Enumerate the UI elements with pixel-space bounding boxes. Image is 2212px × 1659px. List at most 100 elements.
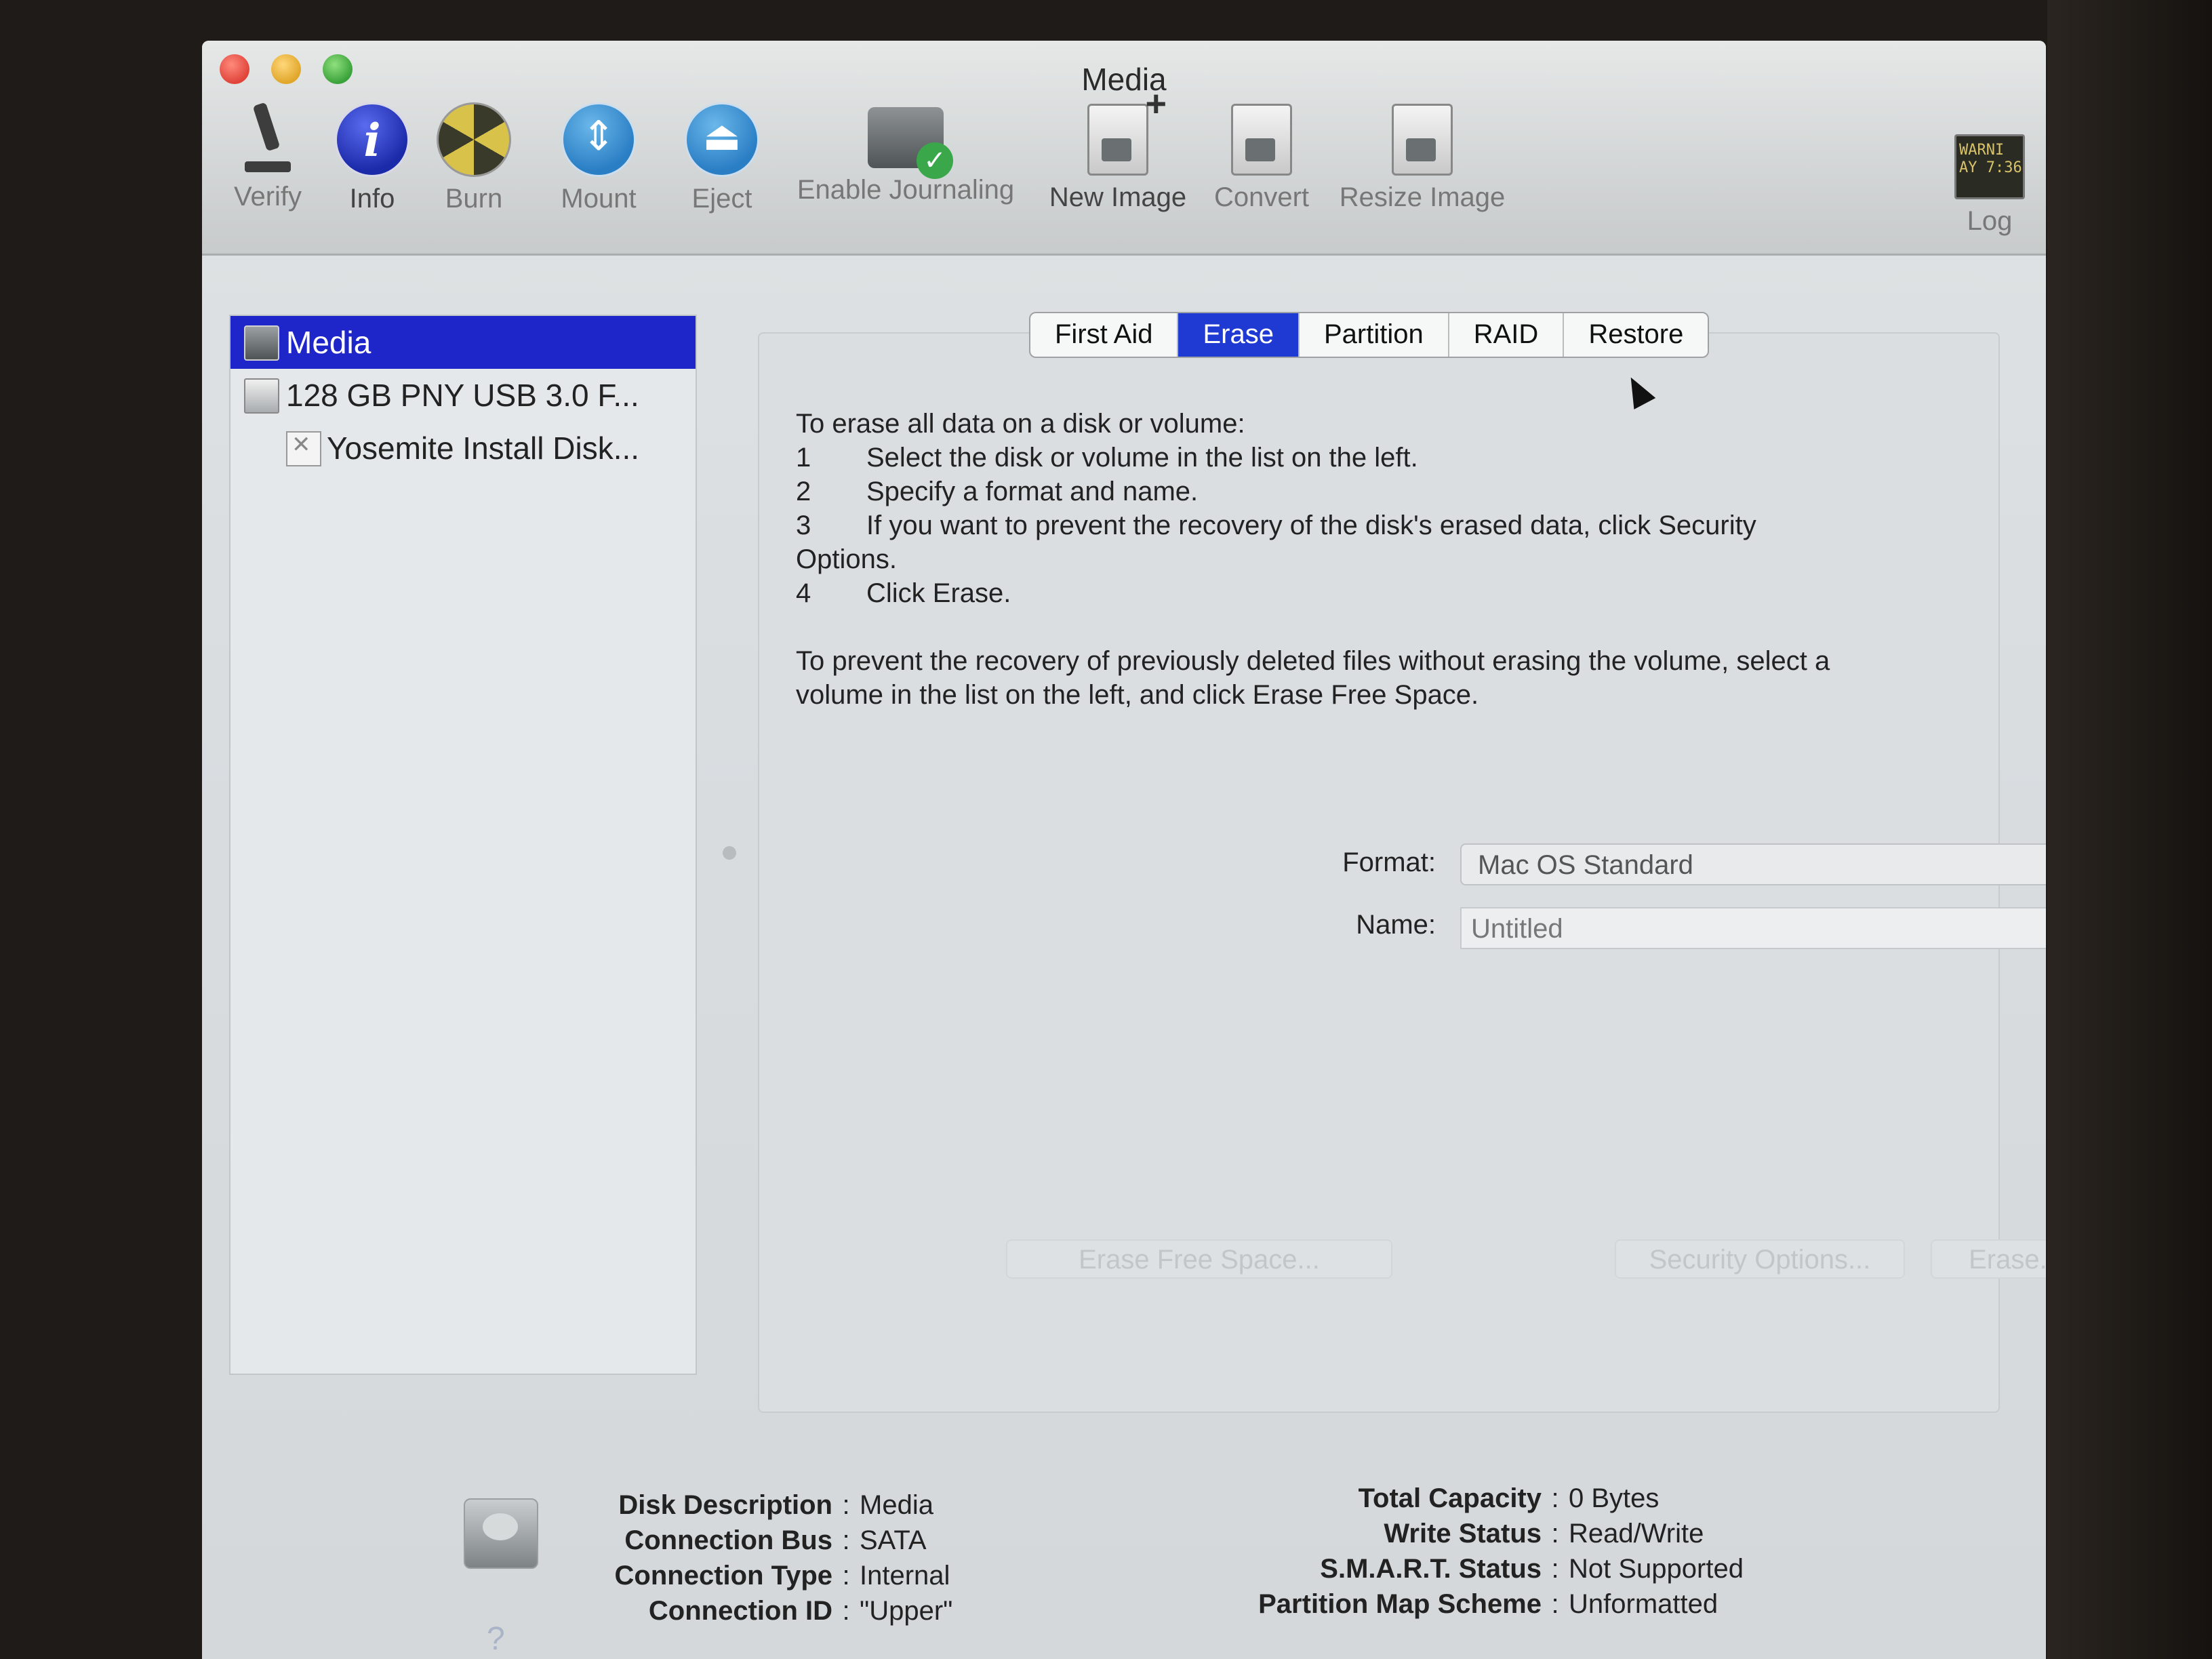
- mount-button[interactable]: ⇕ Mount: [541, 100, 656, 214]
- info-key: Partition Map Scheme: [1258, 1589, 1542, 1619]
- info-key: Total Capacity: [1358, 1483, 1542, 1513]
- mount-label: Mount: [561, 184, 637, 214]
- erase-button[interactable]: Erase...: [1931, 1239, 2046, 1279]
- format-label: Format:: [1342, 847, 1436, 877]
- info-separator: :: [1551, 1554, 1559, 1584]
- resize-image-icon: [1392, 104, 1453, 176]
- sidebar-item-label: Media: [286, 325, 371, 360]
- instruction-step: 4 Click Erase.: [796, 576, 1908, 610]
- info-value: 0 Bytes: [1569, 1483, 1660, 1513]
- step-text: Click Erase.: [866, 578, 1011, 608]
- info-row-partition-map-scheme: Partition Map Scheme : Unformatted: [1205, 1586, 1744, 1622]
- info-row-connection-bus: Connection Bus : SATA: [568, 1523, 952, 1558]
- step-number: 2: [796, 477, 811, 506]
- step-number: 4: [796, 578, 811, 608]
- info-separator: :: [1551, 1519, 1559, 1548]
- eject-label: Eject: [691, 184, 752, 214]
- name-label: Name:: [1356, 910, 1436, 940]
- tab-erase[interactable]: Erase: [1178, 313, 1300, 357]
- tab-partition[interactable]: Partition: [1300, 313, 1449, 357]
- info-button[interactable]: i Info: [328, 100, 416, 214]
- instruction-step: 1 Select the disk or volume in the list …: [796, 441, 1908, 475]
- disk-utility-window: Media Verify i Info Burn ⇕ Mount ⏏ Eject…: [202, 41, 2046, 1659]
- info-separator: :: [842, 1596, 850, 1626]
- resize-image-label: Resize Image: [1339, 182, 1506, 212]
- help-icon[interactable]: ?: [487, 1620, 505, 1658]
- info-separator: :: [1551, 1483, 1559, 1513]
- sidebar-item-yosemite-volume[interactable]: Yosemite Install Disk...: [230, 422, 696, 475]
- burn-button[interactable]: Burn: [430, 100, 518, 214]
- mount-icon: ⇕: [561, 102, 636, 177]
- new-image-label: New Image: [1049, 182, 1187, 212]
- info-value: SATA: [860, 1525, 927, 1555]
- erase-instructions: To erase all data on a disk or volume: 1…: [796, 407, 1908, 712]
- photo-background: [2047, 0, 2212, 1659]
- info-separator: :: [1551, 1589, 1559, 1619]
- info-row-disk-description: Disk Description : Media: [568, 1487, 952, 1523]
- erase-free-space-note: To prevent the recovery of previously de…: [796, 646, 1830, 710]
- sidebar-item-label: 128 GB PNY USB 3.0 F...: [286, 378, 639, 413]
- tab-bar: First Aid Erase Partition RAID Restore: [1029, 312, 1710, 358]
- burn-label: Burn: [445, 184, 503, 214]
- enable-journaling-button[interactable]: ✓ Enable Journaling: [784, 100, 1028, 205]
- toolbar: Media Verify i Info Burn ⇕ Mount ⏏ Eject…: [202, 41, 2046, 256]
- tab-first-aid[interactable]: First Aid: [1030, 313, 1179, 357]
- instructions-intro: To erase all data on a disk or volume:: [796, 409, 1245, 439]
- instruction-step: 2 Specify a format and name.: [796, 475, 1908, 508]
- split-view-handle[interactable]: [723, 846, 736, 860]
- disk-info-left: Disk Description : Media Connection Bus …: [568, 1487, 953, 1628]
- info-separator: :: [842, 1490, 850, 1520]
- log-icon-text: WARNI AY 7:36: [1959, 142, 2022, 176]
- security-options-button[interactable]: Security Options...: [1615, 1239, 1905, 1279]
- info-separator: :: [842, 1561, 850, 1591]
- microscope-icon: [241, 100, 295, 175]
- verify-label: Verify: [233, 182, 302, 212]
- info-key: Write Status: [1384, 1519, 1542, 1548]
- disk-info-right: Total Capacity : 0 Bytes Write Status : …: [1205, 1481, 1744, 1622]
- convert-label: Convert: [1213, 182, 1310, 212]
- log-icon: WARNI AY 7:36: [1954, 134, 2025, 199]
- eject-button[interactable]: ⏏ Eject: [664, 100, 780, 214]
- sidebar-item-media[interactable]: Media: [230, 316, 696, 369]
- tab-raid[interactable]: RAID: [1449, 313, 1565, 357]
- info-key: Connection ID: [648, 1596, 832, 1626]
- disk-list-sidebar: Media 128 GB PNY USB 3.0 F... Yosemite I…: [229, 315, 697, 1375]
- erase-free-space-button[interactable]: Erase Free Space...: [1006, 1239, 1392, 1279]
- info-key: Connection Bus: [624, 1525, 832, 1555]
- name-input[interactable]: Untitled: [1460, 907, 2046, 949]
- sidebar-item-usb-drive[interactable]: 128 GB PNY USB 3.0 F...: [230, 369, 696, 422]
- info-value: "Upper": [860, 1596, 953, 1626]
- info-value: Not Supported: [1569, 1554, 1744, 1584]
- resize-image-button[interactable]: Resize Image: [1327, 100, 1517, 213]
- info-label: Info: [349, 184, 395, 214]
- journaling-icon: ✓: [868, 107, 953, 179]
- step-text: If you want to prevent the recovery of t…: [866, 511, 1756, 540]
- format-select[interactable]: Mac OS Standard ⌃⌄: [1460, 843, 2046, 885]
- instruction-step: 3 If you want to prevent the recovery of…: [796, 508, 1908, 542]
- log-label: Log: [1967, 206, 2013, 236]
- tab-restore[interactable]: Restore: [1564, 313, 1708, 357]
- info-row-smart-status: S.M.A.R.T. Status : Not Supported: [1205, 1551, 1744, 1586]
- eject-icon: ⏏: [685, 102, 759, 177]
- info-row-write-status: Write Status : Read/Write: [1205, 1516, 1744, 1551]
- step-number: 1: [796, 443, 811, 473]
- volume-icon: [286, 431, 321, 466]
- convert-icon: [1231, 104, 1292, 176]
- info-row-connection-type: Connection Type : Internal: [568, 1558, 952, 1593]
- info-key: Disk Description: [618, 1490, 832, 1520]
- convert-button[interactable]: Convert: [1204, 100, 1319, 213]
- info-key: Connection Type: [614, 1561, 832, 1591]
- enable-journaling-label: Enable Journaling: [797, 175, 1015, 205]
- window-title: Media: [1081, 62, 1167, 97]
- info-value: Unformatted: [1569, 1589, 1718, 1619]
- info-key: S.M.A.R.T. Status: [1320, 1554, 1542, 1584]
- info-row-connection-id: Connection ID : "Upper": [568, 1593, 952, 1628]
- info-value: Media: [860, 1490, 933, 1520]
- log-button[interactable]: WARNI AY 7:36 Log: [1946, 130, 2034, 237]
- info-row-total-capacity: Total Capacity : 0 Bytes: [1205, 1481, 1744, 1516]
- verify-button[interactable]: Verify: [224, 100, 312, 212]
- new-image-button[interactable]: New Image: [1040, 83, 1196, 213]
- step-number: 3: [796, 511, 811, 540]
- format-value: Mac OS Standard: [1478, 850, 1693, 880]
- step-text-continued: Options.: [796, 544, 897, 574]
